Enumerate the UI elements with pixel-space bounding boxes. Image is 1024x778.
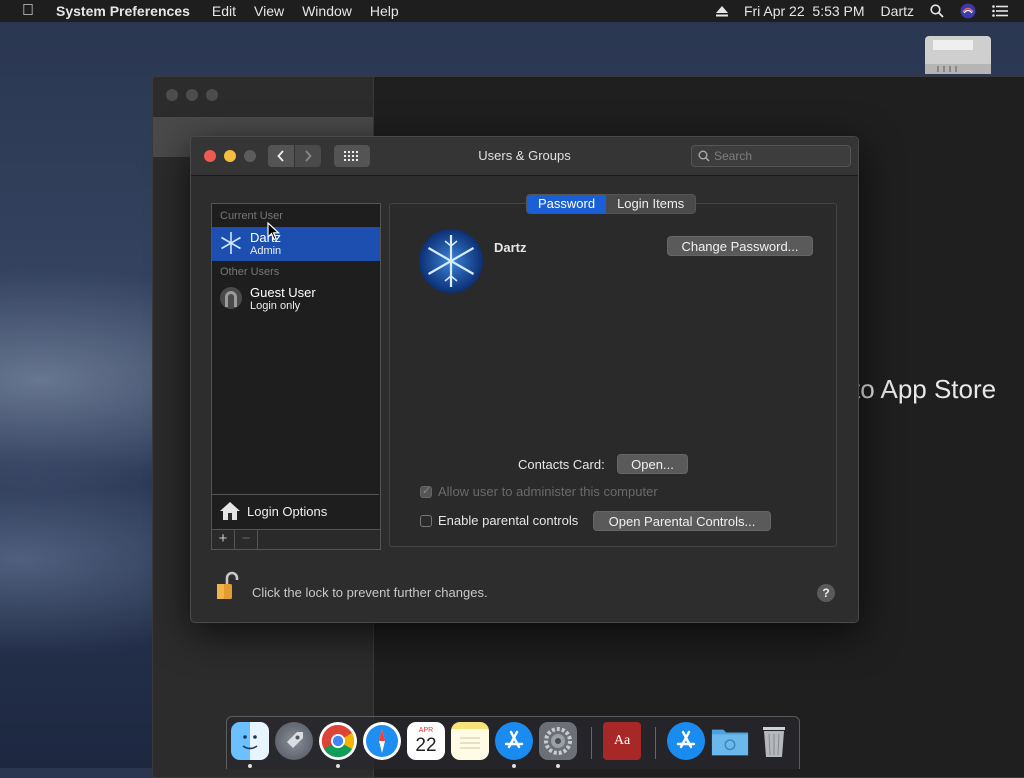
dictionary-label: Aa: [613, 733, 631, 748]
change-password-button[interactable]: Change Password...: [667, 236, 813, 256]
launchpad-icon[interactable]: [275, 722, 313, 760]
login-options-label: Login Options: [247, 504, 328, 519]
house-icon: [220, 502, 240, 520]
current-user-header: Current User: [220, 210, 283, 222]
mouse-pointer-icon: [267, 222, 281, 241]
downloads-folder-icon[interactable]: [711, 722, 749, 760]
menu-user[interactable]: Dartz: [881, 3, 914, 19]
menu-bar:  System Preferences Edit View Window He…: [0, 0, 1024, 22]
calendar-month: APR: [418, 727, 434, 734]
calendar-icon[interactable]: APR 22: [407, 722, 445, 760]
menu-datetime[interactable]: Fri Apr 22 5:53 PM: [744, 3, 865, 19]
login-options-item[interactable]: Login Options: [211, 494, 379, 529]
menu-app-name[interactable]: System Preferences: [56, 3, 190, 19]
add-user-button[interactable]: +: [212, 530, 235, 549]
notes-icon[interactable]: [451, 722, 489, 760]
calendar-day: 22: [415, 735, 437, 756]
tab-login-items[interactable]: Login Items: [606, 195, 696, 213]
allow-admin-label: Allow user to administer this computer: [438, 484, 658, 499]
running-indicator: [336, 764, 340, 768]
user-name: Guest User: [250, 285, 316, 300]
background-window-controls: [166, 89, 218, 101]
user-row-guest[interactable]: Guest User Login only: [212, 282, 380, 316]
running-indicator: [556, 764, 560, 768]
unlocked-padlock-icon[interactable]: [215, 571, 239, 601]
user-role: Admin: [250, 245, 282, 257]
allow-admin-row: Allow user to administer this computer: [420, 484, 658, 499]
notification-center-icon[interactable]: [992, 5, 1008, 17]
user-detail-name: Dartz: [494, 240, 527, 255]
contacts-card-label: Contacts Card:: [518, 457, 605, 472]
user-picture-icon[interactable]: [419, 229, 483, 293]
finder-icon[interactable]: [231, 722, 269, 760]
parental-controls-label: Enable parental controls: [438, 513, 579, 528]
search-field[interactable]: [691, 145, 851, 167]
window-titlebar: Users & Groups: [191, 137, 858, 176]
trash-icon[interactable]: [755, 722, 793, 760]
menu-help[interactable]: Help: [370, 3, 399, 19]
eject-icon[interactable]: [715, 5, 728, 17]
user-row-dartz[interactable]: Dartz Admin: [212, 227, 380, 261]
open-parental-controls-button[interactable]: Open Parental Controls...: [593, 511, 771, 531]
allow-admin-checkbox[interactable]: [420, 484, 432, 498]
users-groups-window: Users & Groups Current User Dartz Admin …: [190, 136, 859, 623]
safari-icon[interactable]: [363, 722, 401, 760]
menu-window[interactable]: Window: [302, 3, 352, 19]
spotlight-search-icon[interactable]: [930, 4, 944, 18]
menu-view[interactable]: View: [254, 3, 284, 19]
running-indicator: [512, 764, 516, 768]
menu-edit[interactable]: Edit: [212, 3, 236, 19]
search-input[interactable]: [714, 148, 844, 164]
dock-separator: [655, 727, 656, 759]
search-icon: [698, 150, 710, 162]
background-window-text: to App Store: [853, 374, 997, 404]
parental-controls-checkbox[interactable]: [420, 514, 432, 527]
app-store-folder-icon[interactable]: [667, 722, 705, 760]
lock-status-text: Click the lock to prevent further change…: [252, 585, 488, 600]
dock: APR 22 Aa: [226, 716, 800, 769]
dictionary-icon[interactable]: Aa: [603, 722, 641, 760]
tab-bar: Password Login Items: [526, 194, 697, 214]
contacts-open-button[interactable]: Open...: [617, 454, 688, 474]
list-edit-buttons: + −: [211, 529, 381, 550]
system-preferences-icon[interactable]: [539, 722, 577, 760]
siri-icon[interactable]: [960, 3, 976, 19]
remove-user-button[interactable]: −: [235, 530, 258, 549]
parental-controls-row: Enable parental controls: [420, 513, 578, 528]
running-indicator: [248, 764, 252, 768]
tab-password[interactable]: Password: [527, 195, 607, 213]
chrome-icon[interactable]: [319, 722, 357, 760]
help-button[interactable]: ?: [817, 584, 835, 602]
guest-user-icon: [220, 287, 242, 309]
other-users-header: Other Users: [220, 266, 280, 278]
snowflake-avatar-icon: [218, 230, 244, 256]
dock-separator: [591, 727, 592, 759]
user-role: Login only: [250, 300, 301, 312]
app-store-icon[interactable]: [495, 722, 533, 760]
external-drive-icon[interactable]: [925, 36, 991, 74]
apple-menu-icon[interactable]: : [0, 2, 56, 20]
